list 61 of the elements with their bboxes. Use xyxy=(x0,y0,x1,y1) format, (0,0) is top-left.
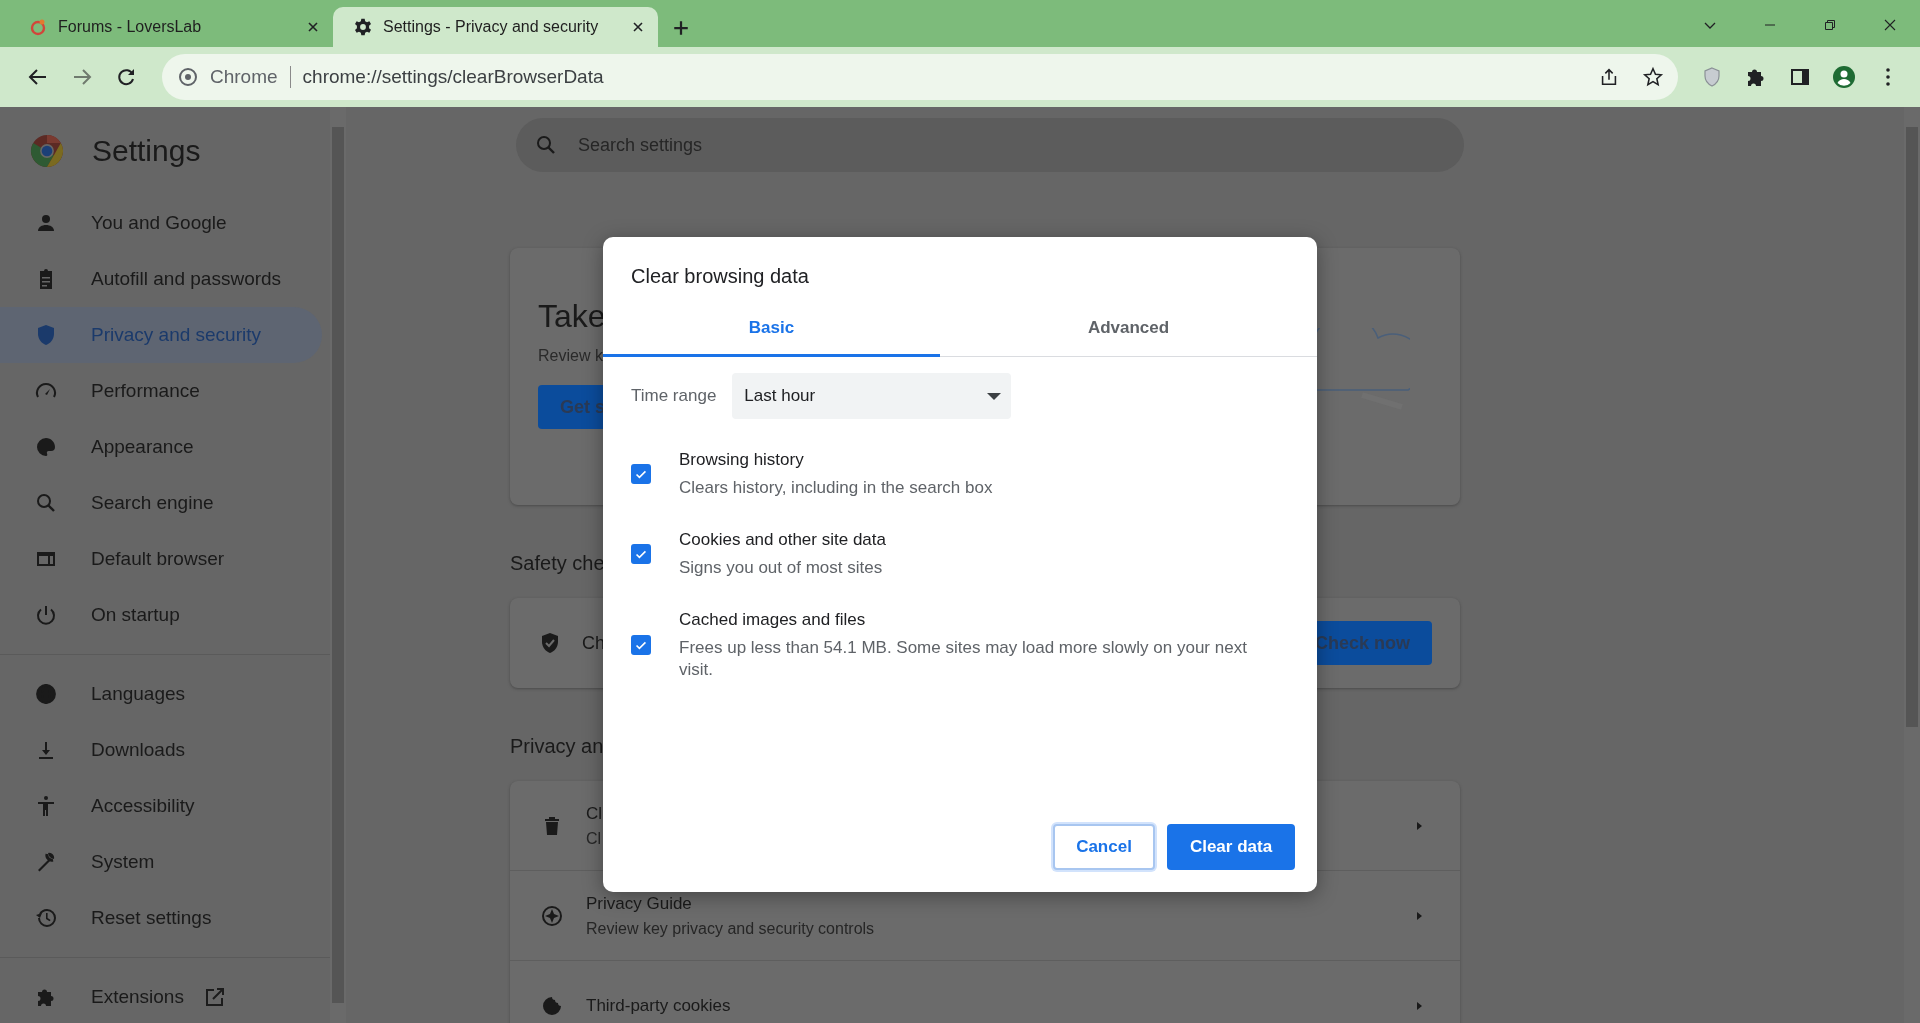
url-text: chrome://settings/clearBrowserData xyxy=(302,66,604,88)
time-range-label: Time range xyxy=(631,386,717,406)
site-favicon xyxy=(28,17,48,37)
option-title: Cached images and files xyxy=(679,609,867,631)
sidebar-item[interactable]: Performance xyxy=(0,363,322,419)
sidebar-item[interactable]: Autofill and passwords xyxy=(0,251,322,307)
sidebar-item[interactable]: Privacy and security xyxy=(0,307,322,363)
browser-tab[interactable]: Settings - Privacy and security xyxy=(333,7,658,47)
settings-title: Settings xyxy=(92,134,201,168)
arrow-right-icon xyxy=(1414,910,1424,921)
checkbox[interactable] xyxy=(631,464,651,484)
card-title: Take xyxy=(538,298,606,335)
sidebar-item[interactable]: Accessibility xyxy=(0,778,322,834)
tab[interactable]: Advanced xyxy=(940,300,1317,357)
arrow-right-icon xyxy=(1414,1000,1424,1011)
option-description: Signs you out of most sites xyxy=(679,557,884,579)
clear-data-button[interactable]: Clear data xyxy=(1167,824,1295,870)
history-icon xyxy=(34,906,58,930)
browser-tab[interactable]: Forums - LoversLab xyxy=(8,7,333,47)
compass-icon xyxy=(540,903,564,928)
scrollbar[interactable] xyxy=(1904,107,1920,1023)
time-range-dropdown[interactable]: Last hour xyxy=(732,373,1012,419)
cancel-button[interactable]: Cancel xyxy=(1053,824,1155,870)
option-title: Cookies and other site data xyxy=(679,529,886,551)
scrollbar[interactable] xyxy=(330,107,346,1023)
sidebar-item[interactable]: Appearance xyxy=(0,419,322,475)
section-heading: Privacy an xyxy=(510,734,604,758)
option-description: Frees up less than 54.1 MB. Some sites may load more slowly on your next visit. xyxy=(679,637,1248,681)
address-bar[interactable]: Chrome chrome://settings/clearBrowserData xyxy=(162,54,1678,100)
card-text: Review k xyxy=(538,347,603,365)
sidebar-item[interactable]: You and Google xyxy=(0,195,322,251)
caret-icon xyxy=(987,392,1002,400)
arrow-right-icon xyxy=(1414,820,1424,831)
sidebar-item[interactable]: Extensions xyxy=(0,969,322,1023)
new-tab-icon[interactable] xyxy=(672,19,690,37)
chrome-logo-icon xyxy=(30,134,64,168)
star-icon[interactable] xyxy=(1642,66,1664,88)
settings-row[interactable]: Third-party cookies xyxy=(510,961,1460,1023)
sidebar-item[interactable]: System xyxy=(0,834,322,890)
sidebar-item[interactable]: Reset settings xyxy=(0,890,322,946)
sidebar-item[interactable]: Downloads xyxy=(0,722,322,778)
section-heading: Safety che xyxy=(510,551,605,575)
sidebar-item[interactable]: On startup xyxy=(0,587,322,643)
tab[interactable]: Basic xyxy=(603,300,940,357)
sidebar-item[interactable]: Languages xyxy=(0,666,322,722)
chrome-logo-icon xyxy=(178,67,198,87)
sidebar-item[interactable]: Search engine xyxy=(0,475,322,531)
site-label: Chrome xyxy=(210,66,278,88)
restore-icon[interactable] xyxy=(1822,17,1838,33)
avatar-icon[interactable] xyxy=(1832,65,1856,89)
gear-icon xyxy=(353,17,373,37)
dialog-title: Clear browsing data xyxy=(630,264,810,288)
checkbox[interactable] xyxy=(631,544,651,564)
option-description: Clears history, including in the search box xyxy=(679,477,993,499)
close-icon[interactable] xyxy=(1882,17,1898,33)
sidebar-item[interactable]: Default browser xyxy=(0,531,322,587)
option-title: Browsing history xyxy=(679,449,805,471)
checkbox[interactable] xyxy=(631,635,651,655)
close-icon[interactable] xyxy=(307,21,319,33)
power-icon xyxy=(34,603,58,627)
close-icon[interactable] xyxy=(632,21,644,33)
